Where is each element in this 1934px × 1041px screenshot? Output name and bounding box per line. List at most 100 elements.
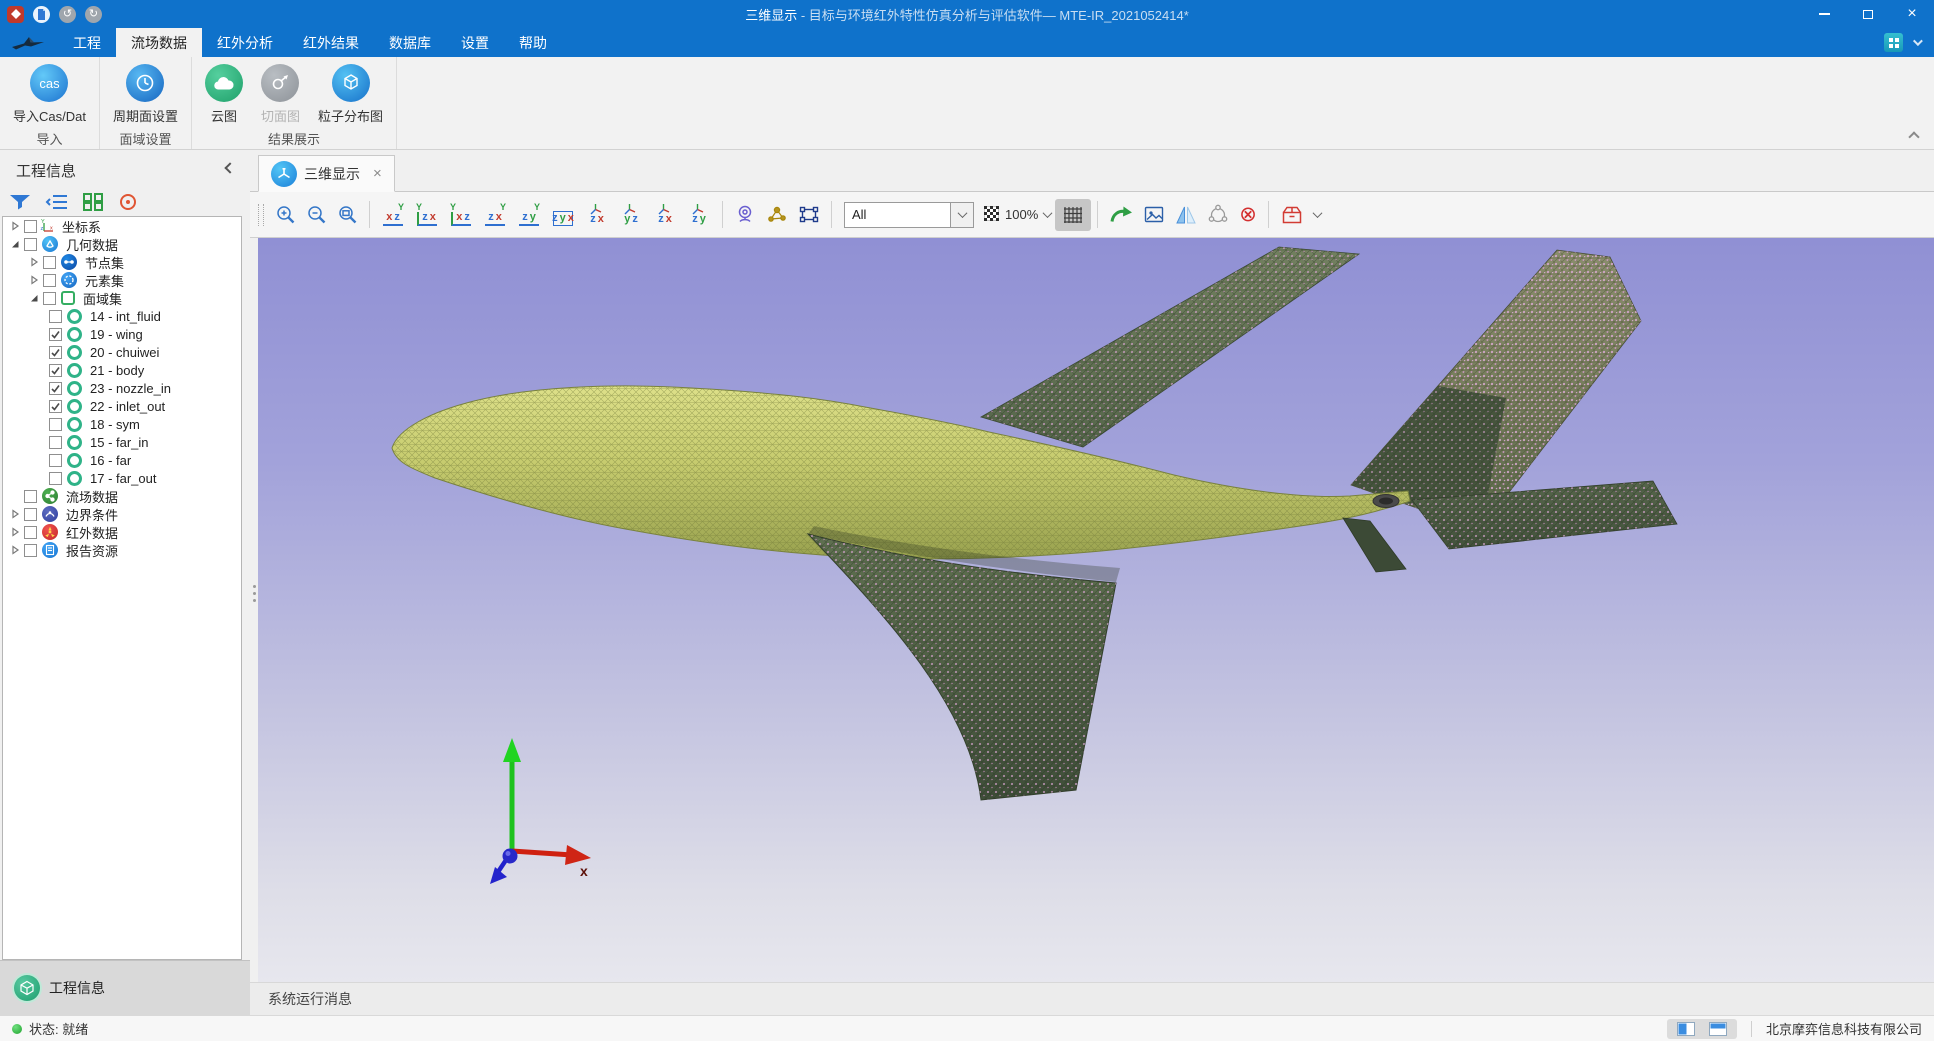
tree-item[interactable]: 17 - far_out xyxy=(3,469,241,487)
grid-icon[interactable] xyxy=(82,192,104,212)
tree-item[interactable]: 14 - int_fluid xyxy=(3,307,241,325)
particle-display-button[interactable] xyxy=(762,201,792,229)
menu-item-6[interactable]: 设置 xyxy=(446,28,504,57)
tree-item[interactable]: 23 - nozzle_in xyxy=(3,379,241,397)
apps-icon[interactable] xyxy=(1884,33,1903,52)
ribbon-button-particles[interactable]: 粒子分布图 xyxy=(309,62,392,127)
filter-icon[interactable] xyxy=(8,192,32,212)
tree-item[interactable]: 面域集 xyxy=(3,289,241,307)
tab-close-icon[interactable]: × xyxy=(373,165,382,182)
menu-item-4[interactable]: 红外结果 xyxy=(288,28,374,57)
box-select-button[interactable] xyxy=(794,201,824,229)
tab-3d-display[interactable]: 三维显示 × xyxy=(258,155,395,192)
tree-checkbox[interactable] xyxy=(49,328,62,341)
mirror-display-button[interactable] xyxy=(1171,202,1201,228)
view-back-button[interactable]: Yzx xyxy=(411,200,443,230)
camera-view-button[interactable] xyxy=(730,201,760,229)
tree-expand-arrow[interactable] xyxy=(8,239,21,249)
panel-resize-handle[interactable] xyxy=(251,575,257,611)
view-bottom-button[interactable]: zyx xyxy=(547,200,579,230)
target-icon[interactable] xyxy=(117,191,139,213)
tree-item[interactable]: 22 - inlet_out xyxy=(3,397,241,415)
tree-checkbox[interactable] xyxy=(24,508,37,521)
zoom-out-button[interactable] xyxy=(302,201,331,228)
toolbar-drag-handle[interactable] xyxy=(258,204,264,226)
view-iso-4-button[interactable]: zy xyxy=(683,200,715,230)
ribbon-button-slice[interactable]: 切面图 xyxy=(252,62,309,127)
tree-item[interactable]: 边界条件 xyxy=(3,505,241,523)
tree-checkbox[interactable] xyxy=(49,454,62,467)
ribbon-button-cloud[interactable]: 云图 xyxy=(196,62,252,127)
tree-item[interactable]: 报告资源 xyxy=(3,541,241,559)
menu-item-7[interactable]: 帮助 xyxy=(504,28,562,57)
minimize-button[interactable] xyxy=(1802,0,1846,28)
surface-filter-combobox[interactable]: All xyxy=(844,202,974,228)
tree-checkbox[interactable] xyxy=(49,472,62,485)
tree-checkbox[interactable] xyxy=(49,418,62,431)
tree-item[interactable]: 节点集 xyxy=(3,253,241,271)
tree-checkbox[interactable] xyxy=(49,364,62,377)
app-logo-button[interactable] xyxy=(7,6,24,23)
ribbon-collapse-button[interactable] xyxy=(1910,133,1918,141)
tree-checkbox[interactable] xyxy=(43,256,56,269)
tree-collapse-arrow[interactable] xyxy=(27,275,40,285)
tree-checkbox[interactable] xyxy=(43,292,56,305)
menu-item-2[interactable]: 流场数据 xyxy=(116,28,202,57)
dropdown-caret-icon[interactable] xyxy=(1913,36,1923,46)
tree-checkbox[interactable] xyxy=(49,310,62,323)
export-view-button[interactable] xyxy=(1105,201,1137,229)
view-right-button[interactable]: Yzx xyxy=(479,200,511,230)
mesh-display-toggle[interactable] xyxy=(1055,199,1091,231)
tree-item[interactable]: 几何数据 xyxy=(3,235,241,253)
new-file-button[interactable] xyxy=(33,6,50,23)
tree-checkbox[interactable] xyxy=(24,544,37,557)
tree-checkbox[interactable] xyxy=(49,346,62,359)
more-options-caret[interactable] xyxy=(1310,208,1325,221)
close-button[interactable]: × xyxy=(1890,0,1934,28)
tree-item[interactable]: 15 - far_in xyxy=(3,433,241,451)
tree-item[interactable]: 21 - body xyxy=(3,361,241,379)
menu-item-5[interactable]: 数据库 xyxy=(374,28,446,57)
tree-checkbox[interactable] xyxy=(24,490,37,503)
tree-item[interactable]: 16 - far xyxy=(3,451,241,469)
tree-expand-arrow[interactable] xyxy=(27,293,40,303)
view-iso-2-button[interactable]: yz xyxy=(615,200,647,230)
zoom-in-button[interactable] xyxy=(271,201,300,228)
menu-item-1[interactable]: 工程 xyxy=(58,28,116,57)
tree-checkbox[interactable] xyxy=(24,220,37,233)
tree-collapse-arrow[interactable] xyxy=(8,509,21,519)
zoom-caret-icon[interactable] xyxy=(1043,208,1053,218)
redo-button[interactable]: ↻ xyxy=(85,6,102,23)
tree-collapse-arrow[interactable] xyxy=(8,221,21,231)
maximize-button[interactable] xyxy=(1846,0,1890,28)
tree-item[interactable]: 流场数据 xyxy=(3,487,241,505)
project-info-bottom-button[interactable]: 工程信息 xyxy=(0,960,250,1015)
bounding-box-button[interactable] xyxy=(1276,201,1308,229)
tree-item[interactable]: 元素集 xyxy=(3,271,241,289)
tree-collapse-arrow[interactable] xyxy=(8,545,21,555)
combo-dropdown-button[interactable] xyxy=(950,203,973,227)
tree-checkbox[interactable] xyxy=(24,526,37,539)
view-left-button[interactable]: Yxz xyxy=(445,200,477,230)
ribbon-button-clock[interactable]: 周期面设置 xyxy=(104,62,187,127)
view-front-button[interactable]: Yxz xyxy=(377,200,409,230)
tree-item[interactable]: 20 - chuiwei xyxy=(3,343,241,361)
menu-item-3[interactable]: 红外分析 xyxy=(202,28,288,57)
tree-item[interactable]: 红外数据 xyxy=(3,523,241,541)
tree-collapse-arrow[interactable] xyxy=(27,257,40,267)
viewport-canvas[interactable]: x xyxy=(258,238,1934,982)
tree-item[interactable]: 18 - sym xyxy=(3,415,241,433)
layout-split-icon[interactable] xyxy=(1677,1022,1695,1036)
ribbon-button-cas[interactable]: cas导入Cas/Dat xyxy=(4,62,95,127)
view-iso-1-button[interactable]: zx xyxy=(581,200,613,230)
zoom-level-control[interactable]: 100% xyxy=(980,206,1055,224)
view-top-button[interactable]: Yzy xyxy=(513,200,545,230)
tree-checkbox[interactable] xyxy=(24,238,37,251)
render-mode-button[interactable] xyxy=(1203,201,1233,229)
tree-item[interactable]: 19 - wing xyxy=(3,325,241,343)
outline-list-icon[interactable] xyxy=(45,192,69,212)
snapshot-button[interactable] xyxy=(1139,202,1169,228)
undo-button[interactable]: ↺ xyxy=(59,6,76,23)
tree-checkbox[interactable] xyxy=(49,400,62,413)
viewport-3d[interactable]: x xyxy=(258,238,1934,982)
